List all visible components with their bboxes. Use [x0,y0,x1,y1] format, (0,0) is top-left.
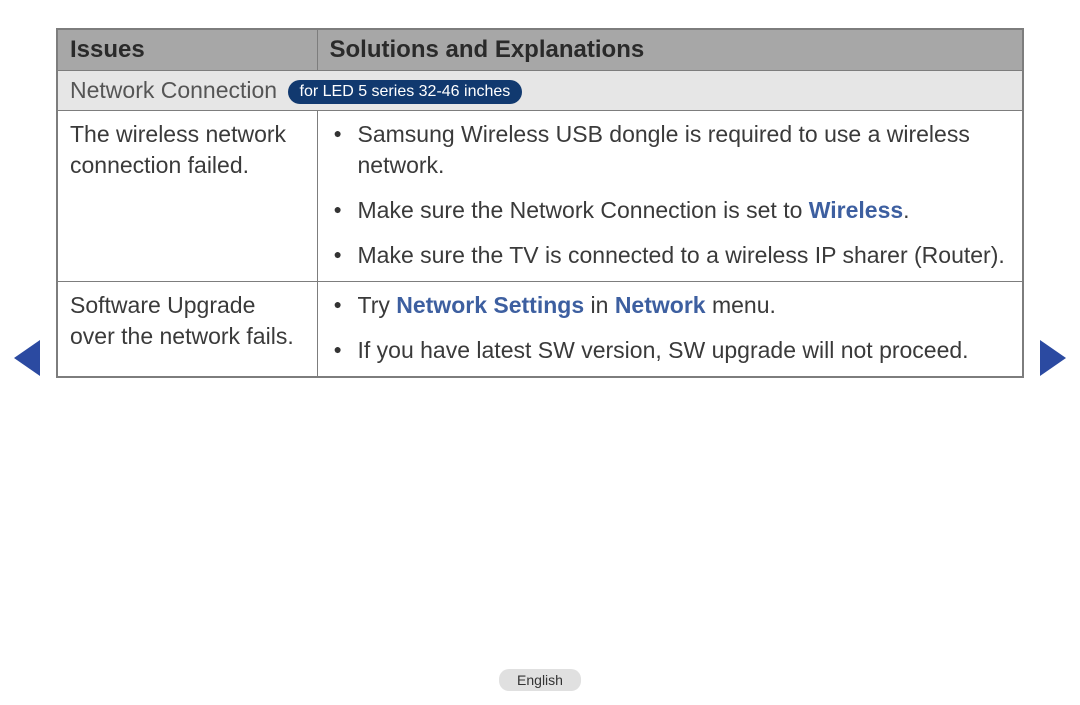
solution-cell: Try Network Settings in Network menu. If… [317,282,1023,378]
list-item: If you have latest SW version, SW upgrad… [330,335,1011,366]
section-row-network: Network Connection for LED 5 series 32-4… [57,71,1023,111]
th-solutions: Solutions and Explanations [317,29,1023,71]
solution-cell: Samsung Wireless USB dongle is required … [317,111,1023,282]
prev-page-arrow-icon[interactable] [14,340,40,376]
issue-cell: The wireless network connection failed. [57,111,317,282]
table-row: The wireless network connection failed. … [57,111,1023,282]
list-item: Make sure the Network Connection is set … [330,195,1011,226]
section-badge: for LED 5 series 32-46 inches [288,80,523,104]
highlight-network-settings: Network Settings [396,292,584,318]
troubleshoot-table: Issues Solutions and Explanations Networ… [56,28,1024,378]
table-row: Software Upgrade over the network fails.… [57,282,1023,378]
list-item: Samsung Wireless USB dongle is required … [330,119,1011,181]
section-title: Network Connection [70,77,277,103]
list-item: Make sure the TV is connected to a wirel… [330,240,1011,271]
th-issues: Issues [57,29,317,71]
highlight-wireless: Wireless [809,197,903,223]
table-header-row: Issues Solutions and Explanations [57,29,1023,71]
list-item: Try Network Settings in Network menu. [330,290,1011,321]
language-indicator[interactable]: English [499,669,581,691]
page-content: Issues Solutions and Explanations Networ… [0,0,1080,378]
highlight-network: Network [615,292,706,318]
next-page-arrow-icon[interactable] [1040,340,1066,376]
issue-cell: Software Upgrade over the network fails. [57,282,317,378]
